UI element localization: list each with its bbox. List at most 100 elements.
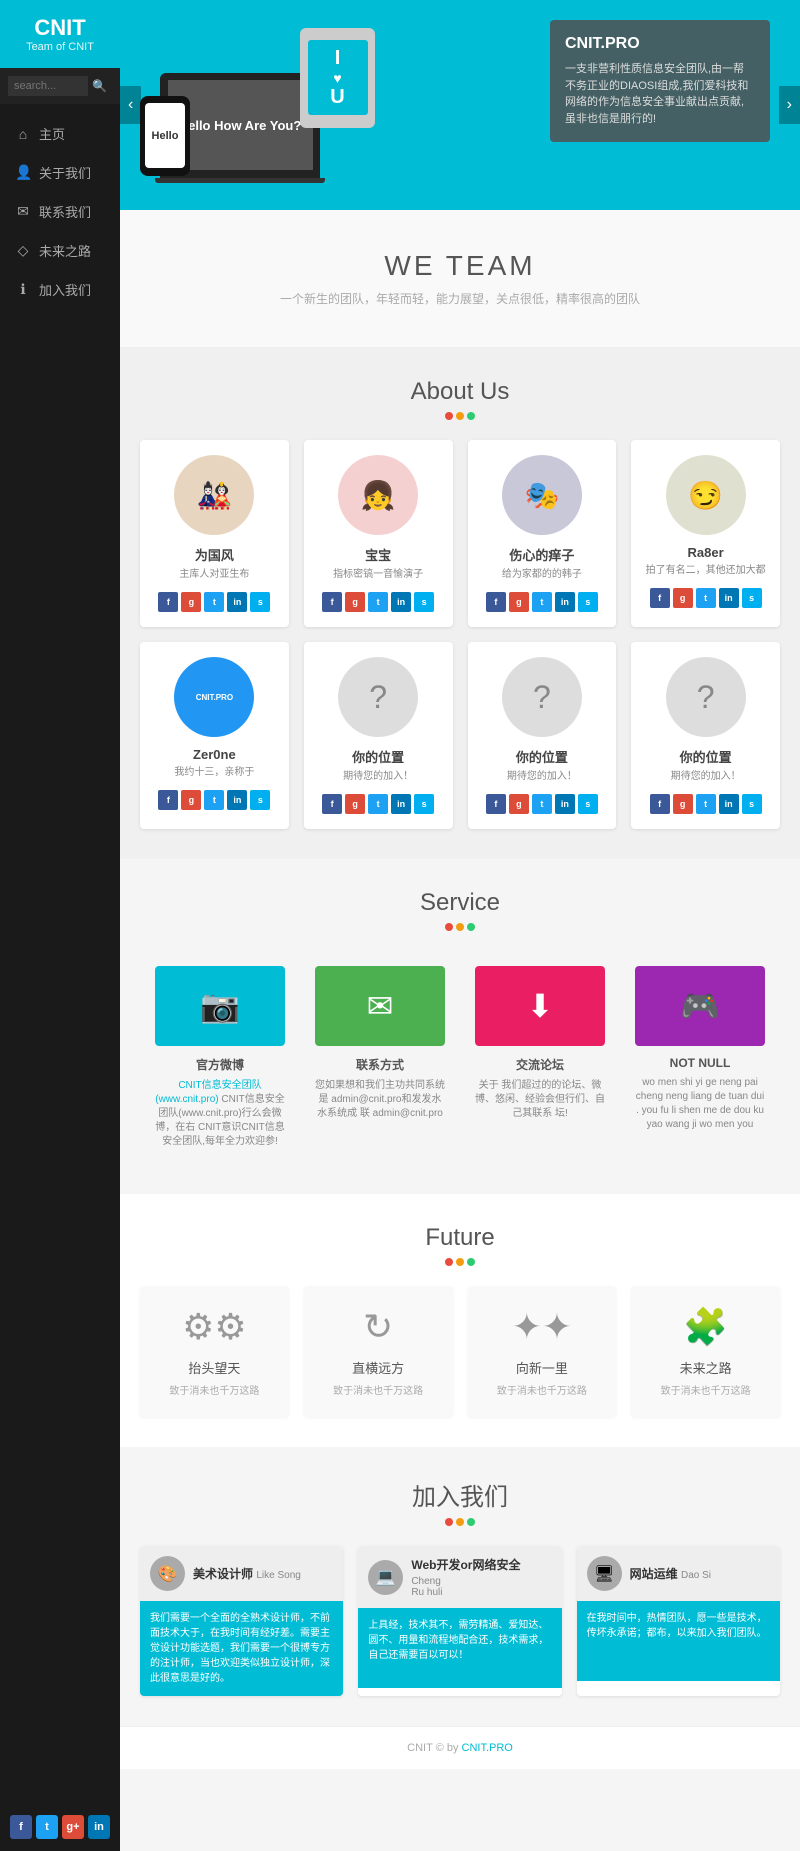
service-icon-0: 📷 [155, 966, 285, 1046]
sidebar-item-future[interactable]: ◇ 未来之路 [0, 231, 120, 270]
envelope-icon: ✉ [15, 203, 31, 220]
msoc-sk-1[interactable]: s [414, 592, 434, 612]
member-social-4: f g t in s [150, 790, 279, 810]
msoc-li-6[interactable]: in [555, 794, 575, 814]
googleplus-button[interactable]: g+ [62, 1815, 84, 1839]
slider-next-button[interactable]: › [779, 86, 800, 124]
msoc-fb-6[interactable]: f [486, 794, 506, 814]
sidebar-item-join[interactable]: ℹ 加入我们 [0, 270, 120, 309]
member-social-7: f g t in s [641, 794, 770, 814]
sidebar-item-about[interactable]: 👤 关于我们 [0, 153, 120, 192]
service-icon-1: ✉ [315, 966, 445, 1046]
msoc-fb[interactable]: f [158, 592, 178, 612]
laptop-base [155, 178, 325, 183]
join-sub-name-1: Ru huli [411, 1587, 551, 1598]
msoc-fb-2[interactable]: f [486, 592, 506, 612]
msoc-li-3[interactable]: in [719, 588, 739, 608]
linkedin-button[interactable]: in [88, 1815, 110, 1839]
sidebar-logo: CNIT Team of CNIT [0, 0, 120, 68]
envelope-service-icon: ✉ [367, 987, 394, 1025]
tablet-screen: I ♥ U [308, 40, 368, 115]
msoc-fb-5[interactable]: f [322, 794, 342, 814]
msoc-gp[interactable]: g [181, 592, 201, 612]
msoc-fb-3[interactable]: f [650, 588, 670, 608]
search-input[interactable] [8, 76, 88, 96]
msoc-fb-1[interactable]: f [322, 592, 342, 612]
msoc-sk-2[interactable]: s [578, 592, 598, 612]
hero-inner: Hello How Are You? I ♥ U Hello [120, 0, 800, 210]
hero-info-desc: 一支非营利性质信息安全团队,由一帮不务正业的DIAOSI组成,我们爱科技和网络的… [565, 61, 755, 127]
sidebar-search-bar: 🔍 [0, 68, 120, 104]
msoc-li-2[interactable]: in [555, 592, 575, 612]
hero-slide-text: Hello How Are You? [179, 118, 302, 133]
future-card-title-2: 向新一里 [478, 1358, 607, 1377]
about-title: About Us [140, 378, 780, 406]
phone-screen: Hello [145, 103, 185, 168]
sidebar-item-contact[interactable]: ✉ 联系我们 [0, 192, 120, 231]
msoc-tw-3[interactable]: t [696, 588, 716, 608]
dot-red [445, 412, 453, 420]
msoc-sk-3[interactable]: s [742, 588, 762, 608]
msoc-gp-1[interactable]: g [345, 592, 365, 612]
slider-prev-button[interactable]: ‹ [120, 86, 141, 124]
msoc-gp-4[interactable]: g [181, 790, 201, 810]
member-name-6: 你的位置 [478, 747, 607, 766]
msoc-tw-1[interactable]: t [368, 592, 388, 612]
we-team-subtitle: 一个新生的团队，年轻而轻，能力展望，关点很低，精率很高的团队 [140, 290, 780, 307]
footer: CNIT © by CNIT.PRO [120, 1726, 800, 1769]
msoc-li-4[interactable]: in [227, 790, 247, 810]
member-card-7: ? 你的位置 期待您的加入！ f g t in s [631, 642, 780, 829]
msoc-gp-2[interactable]: g [509, 592, 529, 612]
member-avatar-0: 🎎 [174, 455, 254, 535]
sidebar-item-about-label: 关于我们 [39, 163, 91, 182]
msoc-gp-7[interactable]: g [673, 794, 693, 814]
msoc-tw[interactable]: t [204, 592, 224, 612]
msoc-tw-5[interactable]: t [368, 794, 388, 814]
phone-device: Hello [140, 96, 190, 176]
msoc-li-5[interactable]: in [391, 794, 411, 814]
msoc-fb-7[interactable]: f [650, 794, 670, 814]
msoc-tw-6[interactable]: t [532, 794, 552, 814]
future-dot-yellow [456, 1258, 464, 1266]
msoc-sk[interactable]: s [250, 592, 270, 612]
join-name-suffix-1: Cheng [411, 1576, 440, 1587]
logo-subtitle: Team of CNIT [15, 41, 105, 53]
msoc-li[interactable]: in [227, 592, 247, 612]
join-dot-red [445, 1518, 453, 1526]
search-icon[interactable]: 🔍 [92, 79, 107, 93]
member-card-2: 🎭 伤心的痒子 给为家都的的韩子 f g t in s [468, 440, 617, 627]
service-card-title-3: NOT NULL [635, 1056, 765, 1070]
msoc-sk-4[interactable]: s [250, 790, 270, 810]
members-grid: 🎎 为国风 主库人对亚生布 f g t in s 👧 宝宝 指标密镐一音愉演子 … [140, 440, 780, 829]
member-name-4: Zer0ne [150, 747, 279, 762]
gamepad-icon: 🎮 [680, 987, 720, 1025]
twitter-button[interactable]: t [36, 1815, 58, 1839]
msoc-sk-5[interactable]: s [414, 794, 434, 814]
msoc-fb-4[interactable]: f [158, 790, 178, 810]
msoc-gp-3[interactable]: g [673, 588, 693, 608]
sidebar-item-home[interactable]: ⌂ 主页 [0, 114, 120, 153]
service-card-title-1: 联系方式 [315, 1056, 445, 1073]
msoc-gp-5[interactable]: g [345, 794, 365, 814]
member-social-5: f g t in s [314, 794, 443, 814]
msoc-gp-6[interactable]: g [509, 794, 529, 814]
msoc-tw-4[interactable]: t [204, 790, 224, 810]
tablet-device: I ♥ U [300, 28, 375, 128]
service-dot-yellow [456, 923, 464, 931]
about-dots [140, 412, 780, 420]
msoc-sk-6[interactable]: s [578, 794, 598, 814]
facebook-button[interactable]: f [10, 1815, 32, 1839]
member-social-6: f g t in s [478, 794, 607, 814]
msoc-sk-7[interactable]: s [742, 794, 762, 814]
service-icon-2: ⬇ [475, 966, 605, 1046]
member-role-1: 指标密镐一音愉演子 [314, 568, 443, 582]
msoc-li-7[interactable]: in [719, 794, 739, 814]
sidebar-item-future-label: 未来之路 [39, 241, 91, 260]
sidebar: CNIT Team of CNIT 🔍 ⌂ 主页 👤 关于我们 ✉ 联系我们 ◇… [0, 0, 120, 1851]
member-role-4: 我约十三，亲称于 [150, 766, 279, 780]
msoc-li-1[interactable]: in [391, 592, 411, 612]
future-card-0: ⚙⚙ 抬头望天 致于消未也千万这路 [140, 1286, 289, 1417]
msoc-tw-2[interactable]: t [532, 592, 552, 612]
msoc-tw-7[interactable]: t [696, 794, 716, 814]
footer-link[interactable]: CNIT.PRO [462, 1742, 513, 1754]
